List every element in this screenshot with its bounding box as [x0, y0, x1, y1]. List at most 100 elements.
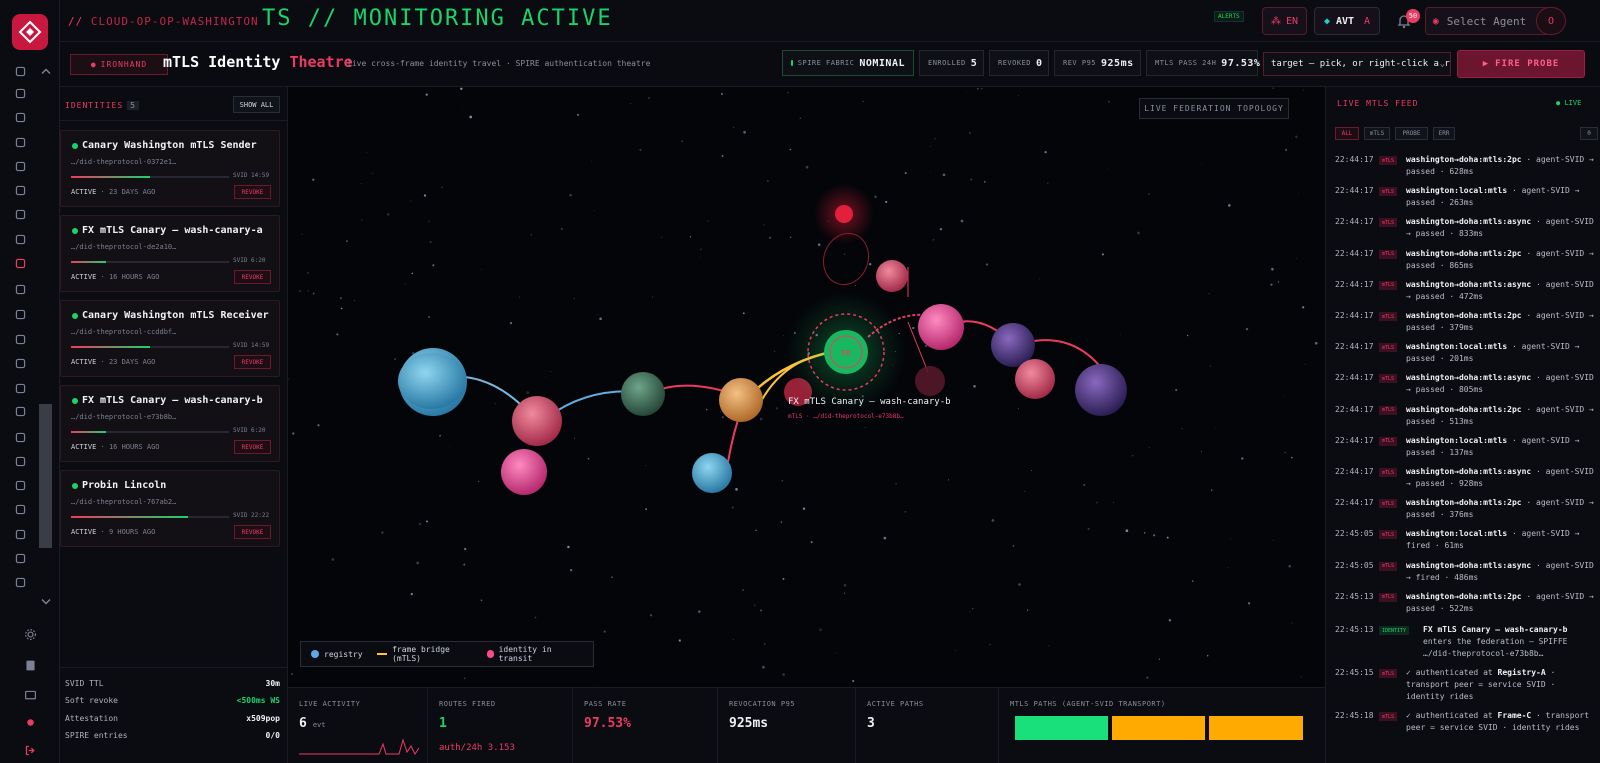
identity-card[interactable]: FX mTLS Canary — wash-canary-a …/did-thep… [60, 215, 280, 292]
avt-button[interactable]: ◆ AVT A [1314, 7, 1380, 35]
spire-entries-row: SPIRE entries 0/0 [65, 731, 280, 740]
soft-revoke-row: Soft revoke <500ms WS [65, 696, 280, 705]
kpi-active-paths: ACTIVE PATHS 3 [856, 688, 999, 763]
identity-card[interactable]: Probin Lincoln …/did-theprotocol-767ab2… S… [60, 470, 280, 547]
identity-name: Canary Washington mTLS Receiver [82, 310, 269, 321]
svid-timer: SVID 14:59 [233, 342, 270, 349]
mtls-tag: mTLS [1379, 312, 1398, 321]
db-icon[interactable] [10, 354, 30, 372]
revoke-button[interactable]: REVOKE [234, 270, 271, 284]
frame-node-4 [719, 378, 763, 422]
brand-pill: ● IRONHAND [70, 54, 168, 75]
book-icon[interactable] [20, 656, 40, 674]
page-subtitle: live cross-frame identity travel · SPIRE… [347, 59, 651, 68]
feed-tab-probe[interactable]: PROBE [1395, 127, 1428, 140]
path-segment-2[interactable] [1112, 716, 1205, 740]
kpi-revocation-p95: REVOCATION P95 925ms [718, 688, 856, 763]
identity-card[interactable]: FX mTLS Canary — wash-canary-b …/did-thep… [60, 385, 280, 462]
registry-node-1-shape [398, 353, 466, 409]
rail-scroll-up-icon[interactable] [40, 62, 52, 80]
flag-icon[interactable] [10, 428, 30, 446]
mtls-tag: mTLS [1379, 218, 1398, 228]
target-select[interactable]: target — pick, or right-click a r ⌄ [1263, 52, 1451, 76]
registry-dot-icon [311, 650, 319, 658]
attestation-row: Attestation x509pop [65, 714, 280, 723]
path-segment-3[interactable] [1209, 716, 1303, 740]
route-icon[interactable] [10, 379, 30, 397]
table-icon[interactable] [10, 452, 30, 470]
feed-clear-button[interactable]: 0 [1580, 127, 1598, 140]
identity-spiffe-id: …/did-theprotocol-e73b8b… [71, 413, 177, 421]
fire-probe-button[interactable]: ▶ FIRE PROBE [1457, 50, 1585, 78]
live-mtls-feed: LIVE MTLS FEED ● LIVE ALL mTLS PROBE ERR… [1325, 87, 1600, 763]
token-icon[interactable] [10, 305, 30, 323]
mail-icon[interactable] [10, 573, 30, 591]
frame-node-2 [501, 449, 547, 495]
mtls-tag: mTLS [1379, 561, 1398, 571]
status-dot-icon [72, 143, 78, 149]
key-icon[interactable] [10, 330, 30, 348]
lock-icon[interactable] [10, 280, 30, 298]
legend-registry: registry [311, 650, 363, 659]
svid-progress [71, 346, 229, 348]
alerts-badge[interactable]: ALERTS [1214, 11, 1244, 22]
dash-icon[interactable] [10, 62, 30, 80]
frame-node-6 [876, 260, 908, 292]
feed-tab-all[interactable]: ALL [1335, 127, 1359, 140]
chat-search-icon[interactable] [10, 205, 30, 223]
show-all-button[interactable]: SHOW ALL [233, 96, 280, 113]
svid-timer: SVID 22:22 [233, 512, 270, 519]
svid-timer: SVID 6:20 [233, 427, 266, 434]
identity-status: ACTIVE · 16 HOURS AGO [71, 443, 160, 451]
identity-name: FX mTLS Canary — wash-canary-a [82, 225, 263, 236]
chat-icon[interactable] [20, 686, 40, 704]
language-button[interactable]: ⁂ EN [1262, 7, 1307, 35]
identity-status: ACTIVE · 23 DAYS AGO [71, 358, 156, 366]
rev-p95-stat: REV P95 925ms [1054, 50, 1141, 76]
identity-card[interactable]: Canary Washington mTLS Receiver …/did-the… [60, 300, 280, 377]
split-icon[interactable] [10, 549, 30, 567]
user-avatar[interactable]: O [1536, 7, 1566, 35]
status-dot-icon [72, 313, 78, 319]
topology-map: FR FX mTLS Canary — wash-canary-b mTLS ·… [288, 87, 1318, 687]
rail-scroll-down-icon[interactable] [40, 592, 52, 610]
logout-icon[interactable] [20, 741, 40, 759]
revoke-button[interactable]: REVOKE [234, 355, 271, 369]
top-bar: // CLOUD-OP-OP-WASHINGTON TS // MONITORI… [60, 0, 1600, 42]
revoke-button[interactable]: REVOKE [234, 185, 271, 199]
nodes-icon[interactable] [10, 525, 30, 543]
truck-icon[interactable] [10, 476, 30, 494]
feed-tab-mtls[interactable]: mTLS [1364, 127, 1390, 140]
sync-icon[interactable] [10, 181, 30, 199]
identities-panel: IDENTITIES 5 SHOW ALL Canary Washington m… [60, 87, 288, 763]
server-icon[interactable] [10, 133, 30, 151]
cert-icon[interactable] [10, 402, 30, 420]
badge-icon[interactable] [10, 230, 30, 248]
mtls-tag: mTLS [1379, 405, 1398, 415]
ticker-station: // CLOUD-OP-OP-WASHINGTON [68, 15, 259, 28]
kpi-live-activity: LIVE ACTIVITY 6 evt [288, 688, 428, 763]
heart-pulse-icon[interactable] [10, 157, 30, 175]
identity-status: ACTIVE · 16 HOURS AGO [71, 273, 160, 281]
routes-icon[interactable] [10, 84, 30, 102]
settings-gear-icon[interactable] [20, 625, 40, 643]
feed-tab-err[interactable]: ERR [1433, 127, 1455, 140]
rail-scrollbar-thumb[interactable] [39, 404, 52, 548]
frame-node-7 [918, 304, 964, 350]
svid-timer: SVID 6:20 [233, 257, 266, 264]
path-segment-1[interactable] [1015, 716, 1108, 740]
revoke-button[interactable]: REVOKE [234, 440, 271, 454]
federation-topology-canvas[interactable]: FR FX mTLS Canary — wash-canary-b mTLS ·… [288, 87, 1325, 687]
brand-logo[interactable] [12, 14, 48, 50]
enrolled-stat: ENROLLED 5 [919, 50, 984, 76]
revoked-stat: REVOKED 0 [989, 50, 1049, 76]
page-title: mTLS Identity Theatre [163, 53, 353, 71]
exchange-icon[interactable] [10, 500, 30, 518]
revoke-button[interactable]: REVOKE [234, 525, 271, 539]
identity-icon[interactable] [10, 254, 30, 272]
shield-icon[interactable] [10, 108, 30, 126]
mtls-tag: mTLS [1379, 499, 1398, 509]
agent-select[interactable]: ◉Select Agent⌄ [1425, 7, 1550, 35]
identity-card[interactable]: Canary Washington mTLS Sender …/did-thepr… [60, 130, 280, 207]
frame-node-11 [1075, 364, 1127, 416]
